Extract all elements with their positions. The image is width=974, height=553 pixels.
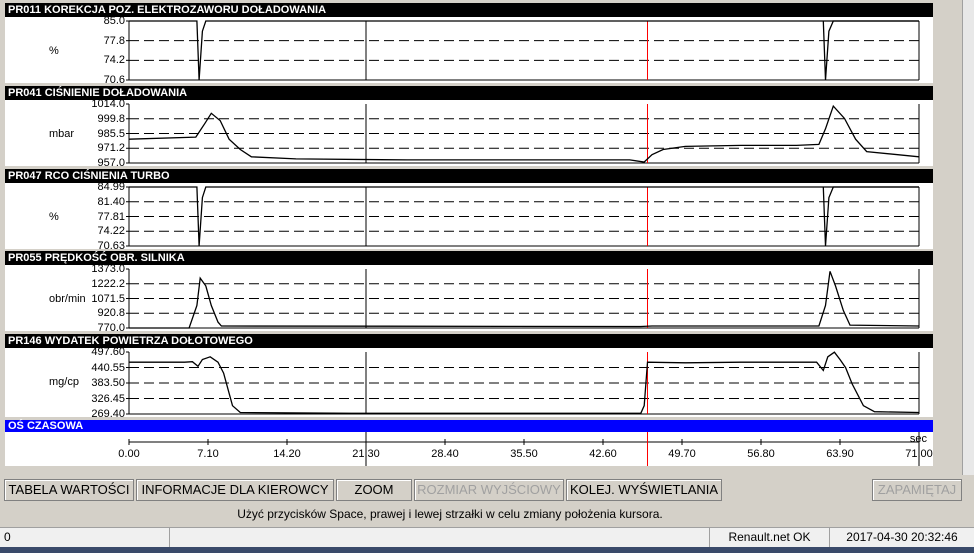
plot-area[interactable] [5, 86, 933, 166]
zapamietaj-button[interactable]: ZAPAMIĘTAJ [872, 479, 962, 501]
plot-area[interactable] [5, 334, 933, 417]
cursor-hint-text: Użyć przycisków Space, prawej i lewej st… [237, 507, 663, 521]
status-bar: 0 Renault.net OK 2017-04-30 20:32:46 [0, 527, 974, 548]
series-line-pr055 [129, 271, 920, 329]
time-axis-title: OŚ CZASOWA [5, 420, 933, 432]
x-tick-label: 35.50 [510, 448, 538, 460]
time-axis: sec 0.00 7.10 14.20 21.30 28.40 35.50 42.60 49.… [5, 432, 933, 466]
vertical-scrollbar[interactable] [962, 0, 974, 475]
x-tick-label: 14.20 [273, 448, 301, 460]
diagnostic-graph-window: PR011 KOREKCJA POZ. ELEKTROZAWORU DOŁADO… [0, 0, 974, 553]
plot-area[interactable] [5, 169, 933, 249]
status-empty [170, 528, 710, 548]
tabela-wartosci-button[interactable]: TABELA WARTOŚCI [4, 479, 134, 501]
graph-panel-pr011: PR011 KOREKCJA POZ. ELEKTROZAWORU DOŁADO… [5, 3, 933, 86]
status-left: 0 [0, 528, 170, 548]
x-tick-label: 49.70 [668, 448, 696, 460]
x-tick-label: 28.40 [431, 448, 459, 460]
taskbar [0, 547, 974, 553]
graph-panel-pr041: PR041 CIŚNIENIE DOŁADOWANIA mbar 1014.0 9… [5, 86, 933, 169]
graph-panel-pr055: PR055 PRĘDKOŚĆ OBR. SILNIKA obr/min 1373… [5, 251, 933, 334]
plot-area[interactable] [5, 251, 933, 331]
zoom-button[interactable]: ZOOM [336, 479, 412, 501]
kolejnosc-wyswietlania-button[interactable]: KOLEJ. WYŚWIETLANIA [566, 479, 722, 501]
informacje-dla-kierowcy-button[interactable]: INFORMACJE DLA KIEROWCY [136, 479, 334, 501]
x-tick-label: 63.90 [826, 448, 854, 460]
time-unit-label: sec [909, 433, 927, 445]
x-tick-label: 42.60 [589, 448, 617, 460]
series-line-pr011-segment [822, 20, 919, 81]
renault-net-status: Renault.net OK [710, 528, 830, 548]
x-tick-label: 7.10 [197, 448, 219, 460]
graph-panel-pr146: PR146 WYDATEK POWIETRZA DOŁOTOWEGO mg/cp… [5, 334, 933, 420]
plot-area[interactable] [5, 3, 933, 83]
series-line-pr041 [128, 104, 920, 163]
toolbar: TABELA WARTOŚCI INFORMACJE DLA KIEROWCY … [0, 477, 974, 503]
status-datetime: 2017-04-30 20:32:46 [846, 530, 958, 544]
rozmiar-wyjsciowy-button[interactable]: ROZMIAR WYJŚCIOWY [414, 479, 564, 501]
x-tick-label: 56.80 [747, 448, 775, 460]
graph-panel-pr047: PR047 RCO CIŚNIENIA TURBO % 84.99 81.40 77… [5, 169, 933, 252]
series-line-pr011 [129, 20, 919, 81]
x-tick-label: 71.00 [905, 448, 933, 460]
x-tick-label: 21.30 [352, 448, 380, 460]
x-tick-label: 0.00 [118, 448, 140, 460]
